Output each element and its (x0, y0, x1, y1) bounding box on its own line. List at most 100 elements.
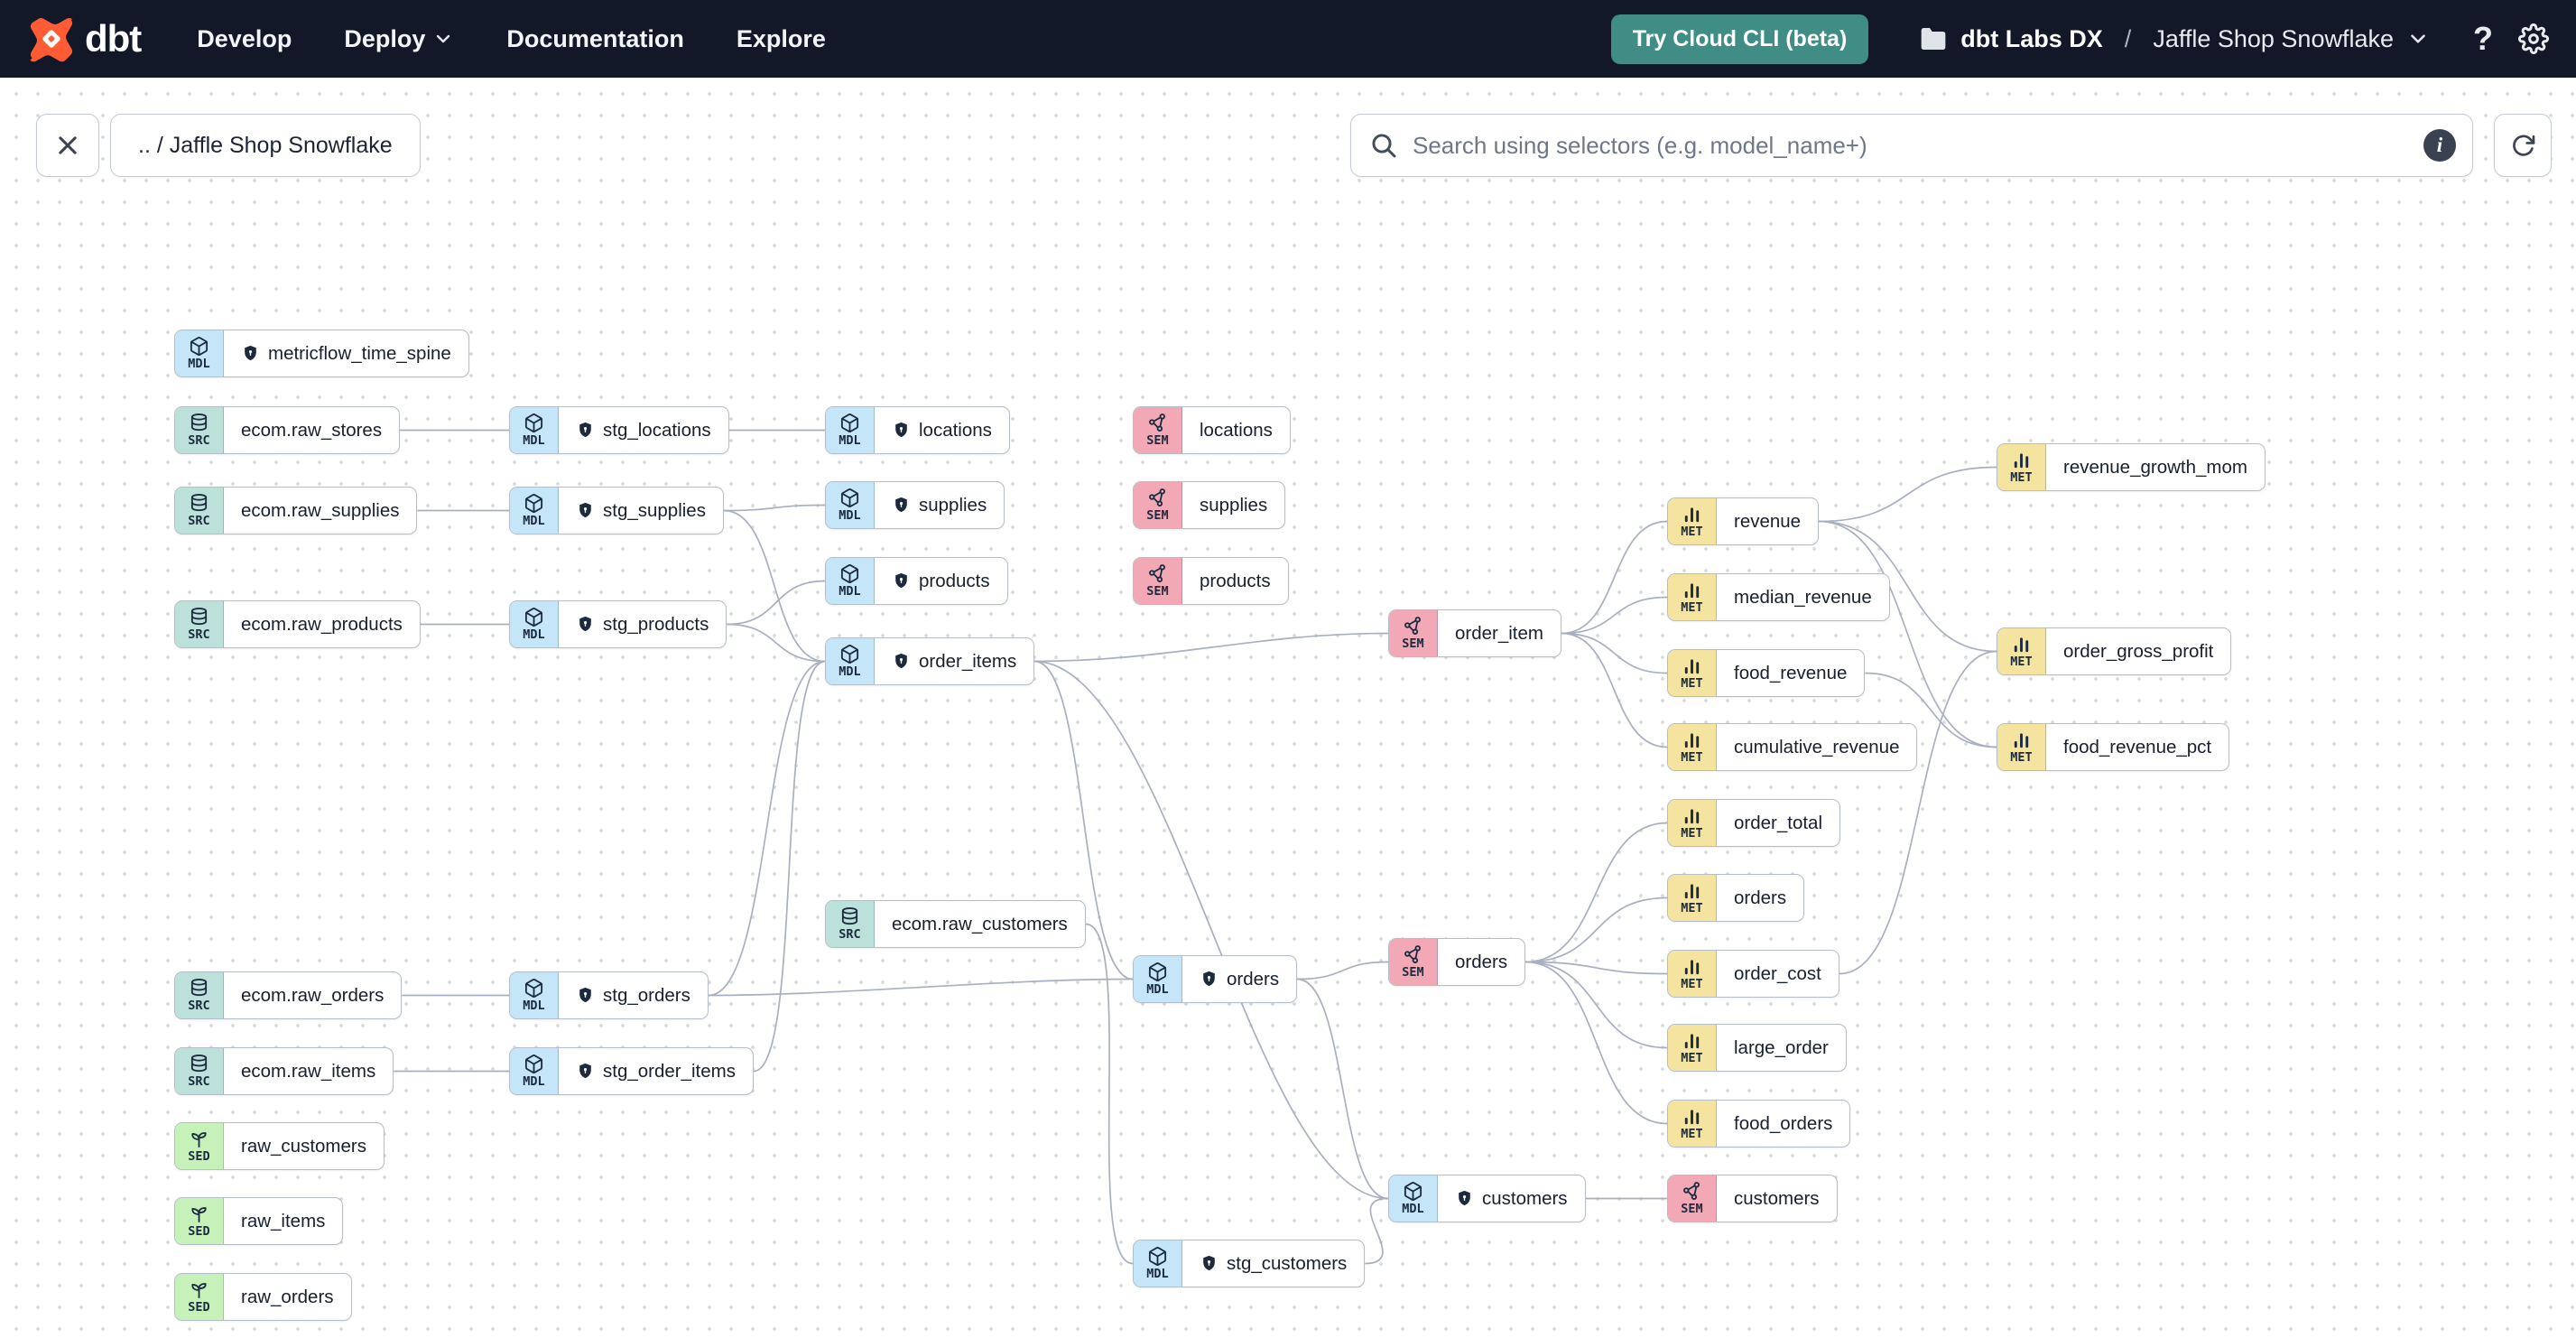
graph-node-revenue_growth_mom_met[interactable]: MET revenue_growth_mom (1997, 443, 2266, 491)
node-type-label: MDL (839, 584, 861, 599)
database-icon: SRC (175, 972, 224, 1018)
edge-revenue_met-to-revenue_growth_mom_met (1819, 466, 1997, 523)
node-label: raw_items (241, 1210, 326, 1231)
node-type-label: SRC (188, 999, 210, 1014)
edge-stg_products-to-products_mdl (727, 580, 826, 626)
graph-node-stg_orders[interactable]: MDL stg_orders (509, 971, 709, 1019)
graph-node-ecom_raw_stores[interactable]: SRC ecom.raw_stores (174, 406, 401, 454)
node-type-label: MDL (1402, 1202, 1424, 1217)
dbt-logo[interactable]: dbt (27, 14, 142, 63)
info-icon[interactable]: i (2423, 129, 2456, 162)
graph-node-ecom_raw_customers[interactable]: SRC ecom.raw_customers (825, 900, 1086, 948)
graph-node-order_gross_profit_met[interactable]: MET order_gross_profit (1997, 627, 2232, 675)
graph-node-customers_sem[interactable]: SEM customers (1667, 1175, 1838, 1222)
database-icon: SRC (175, 601, 224, 647)
node-type-label: SEM (1146, 433, 1169, 449)
nav-item-deploy[interactable]: Deploy (344, 25, 454, 53)
graph-node-order_items_mdl[interactable]: MDL order_items (825, 637, 1035, 685)
graph-node-stg_locations[interactable]: MDL stg_locations (509, 406, 729, 454)
graph-node-stg_products[interactable]: MDL stg_products (509, 600, 727, 648)
graph-node-raw_items_sed[interactable]: SED raw_items (174, 1197, 344, 1245)
graph-node-food_revenue_pct_met[interactable]: MET food_revenue_pct (1997, 723, 2230, 771)
node-type-label: SRC (188, 627, 210, 643)
graph-node-cumulative_revenue_met[interactable]: MET cumulative_revenue (1667, 723, 1918, 771)
graph-node-locations_sem[interactable]: SEM locations (1133, 406, 1291, 454)
graph-node-supplies_mdl[interactable]: MDL supplies (825, 481, 1005, 529)
chevron-down-icon[interactable] (2406, 27, 2430, 51)
node-label: metricflow_time_spine (268, 342, 451, 364)
node-type-label: MET (1681, 1051, 1703, 1066)
node-label: ecom.raw_customers (892, 913, 1068, 934)
graph-node-stg_supplies[interactable]: MDL stg_supplies (509, 487, 724, 534)
edge-revenue_met-to-food_revenue_pct_met (1819, 520, 1997, 748)
edge-stg_products-to-order_items_mdl (727, 623, 826, 663)
edge-stg_orders-to-orders_mdl (708, 978, 1134, 997)
bar-chart-icon: MET (1668, 951, 1717, 997)
graph-node-orders_mdl[interactable]: MDL orders (1133, 955, 1298, 1003)
dbt-logo-icon (27, 14, 76, 63)
node-type-label: MDL (523, 1074, 545, 1090)
node-type-label: SEM (1402, 636, 1424, 652)
node-type-label: SRC (188, 514, 210, 529)
nav-item-explore[interactable]: Explore (737, 25, 826, 53)
graph-node-order_total_met[interactable]: MET order_total (1667, 799, 1841, 847)
graph-node-food_revenue_met[interactable]: MET food_revenue (1667, 649, 1866, 697)
bar-chart-icon: MET (1668, 800, 1717, 846)
graph-node-raw_orders_sed[interactable]: SED raw_orders (174, 1273, 352, 1321)
edge-order_item_sem-to-food_revenue_met (1561, 632, 1668, 674)
node-label: food_revenue (1734, 662, 1848, 683)
graph-node-locations_mdl[interactable]: MDL locations (825, 406, 1010, 454)
account-name[interactable]: dbt Labs DX (1960, 25, 2103, 53)
bar-chart-icon: MET (1668, 1025, 1717, 1071)
cube-icon: MDL (510, 601, 559, 647)
node-label: ecom.raw_supplies (241, 499, 400, 521)
node-label: locations (1200, 419, 1273, 441)
graph-node-customers_mdl[interactable]: MDL customers (1388, 1175, 1586, 1222)
graph-node-orders_sem[interactable]: SEM orders (1388, 938, 1526, 986)
gear-icon[interactable] (2518, 23, 2549, 54)
refresh-button[interactable] (2494, 114, 2552, 177)
lineage-canvas[interactable]: MDL metricflow_time_spine SRC ecom.raw_stor… (0, 78, 2576, 1338)
graph-node-products_sem[interactable]: SEM products (1133, 557, 1289, 605)
graph-node-stg_customers[interactable]: MDL stg_customers (1133, 1240, 1366, 1287)
shield-icon (1455, 1189, 1474, 1208)
share-icon: SEM (1134, 558, 1182, 604)
dbt-cloud-lineage-page: dbt Develop Deploy Documentation Explore… (0, 0, 2576, 1338)
path-separator: / (2124, 24, 2132, 52)
nav-item-documentation[interactable]: Documentation (506, 25, 684, 53)
graph-node-order_cost_met[interactable]: MET order_cost (1667, 950, 1839, 998)
graph-node-raw_customers_sed[interactable]: SED raw_customers (174, 1122, 385, 1170)
graph-node-metricflow_time_spine[interactable]: MDL metricflow_time_spine (174, 330, 469, 377)
breadcrumb-button[interactable]: .. / Jaffle Shop Snowflake (110, 114, 421, 177)
nav-item-develop[interactable]: Develop (197, 25, 292, 53)
project-name[interactable]: Jaffle Shop Snowflake (2153, 25, 2394, 53)
graph-node-stg_order_items[interactable]: MDL stg_order_items (509, 1047, 754, 1095)
graph-node-food_orders_met[interactable]: MET food_orders (1667, 1100, 1851, 1148)
share-icon: SEM (1134, 482, 1182, 528)
graph-node-ecom_raw_orders[interactable]: SRC ecom.raw_orders (174, 971, 403, 1019)
help-icon[interactable]: ? (2473, 23, 2493, 55)
node-label: median_revenue (1734, 586, 1872, 608)
try-cloud-cli-button[interactable]: Try Cloud CLI (beta) (1610, 14, 1869, 64)
node-label: order_items (919, 650, 1017, 672)
graph-node-median_revenue_met[interactable]: MET median_revenue (1667, 573, 1890, 621)
node-label: stg_orders (603, 984, 690, 1006)
bar-chart-icon: MET (1668, 875, 1717, 921)
graph-node-products_mdl[interactable]: MDL products (825, 557, 1008, 605)
graph-node-supplies_sem[interactable]: SEM supplies (1133, 481, 1286, 529)
graph-node-order_item_sem[interactable]: SEM order_item (1388, 609, 1561, 657)
graph-node-ecom_raw_products[interactable]: SRC ecom.raw_products (174, 600, 421, 648)
breadcrumb-label: .. / Jaffle Shop Snowflake (138, 132, 393, 158)
shield-icon (892, 421, 911, 440)
top-navbar: dbt Develop Deploy Documentation Explore… (0, 0, 2576, 78)
graph-node-revenue_met[interactable]: MET revenue (1667, 497, 1820, 545)
node-type-label: SED (188, 1149, 210, 1165)
graph-node-ecom_raw_items[interactable]: SRC ecom.raw_items (174, 1047, 394, 1095)
shield-icon (576, 615, 595, 634)
graph-node-orders_met[interactable]: MET orders (1667, 874, 1805, 922)
close-button[interactable] (36, 114, 99, 177)
graph-node-large_order_met[interactable]: MET large_order (1667, 1024, 1847, 1072)
node-type-label: MDL (839, 664, 861, 680)
search-input[interactable] (1411, 130, 2423, 161)
graph-node-ecom_raw_supplies[interactable]: SRC ecom.raw_supplies (174, 487, 418, 534)
